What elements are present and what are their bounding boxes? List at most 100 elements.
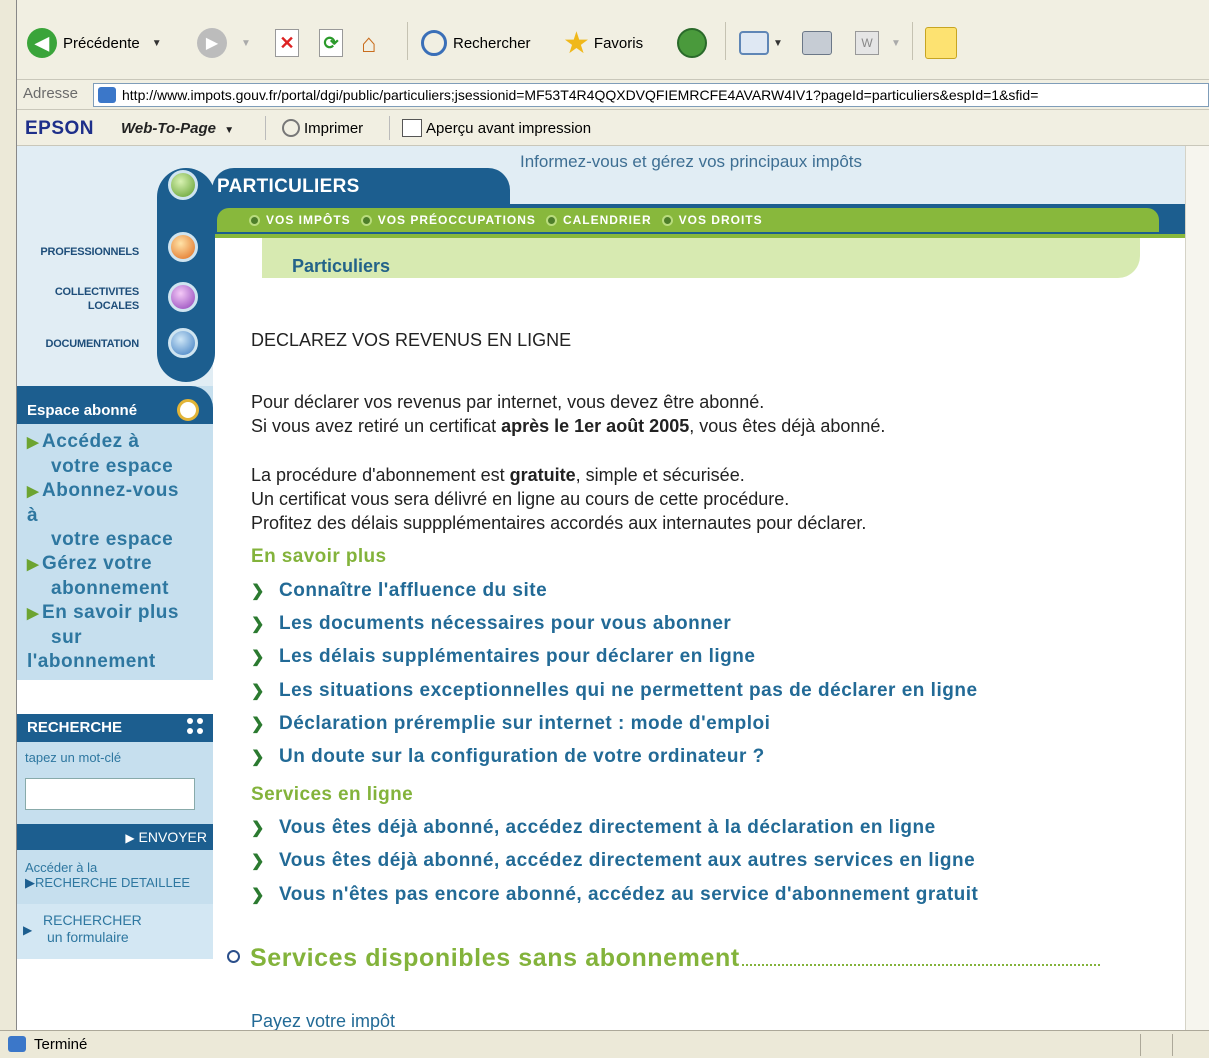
mail-icon xyxy=(739,31,769,55)
back-button[interactable]: ◀ Précédente ▼ xyxy=(27,20,162,66)
toolbar-separator xyxy=(912,22,913,60)
print-button[interactable] xyxy=(802,20,832,66)
toolbar-separator xyxy=(265,116,266,140)
preview-icon xyxy=(402,119,422,137)
epson-print-label: Imprimer xyxy=(304,119,364,137)
arrow-right-icon: ❯ xyxy=(251,683,265,700)
link-preremplie[interactable]: ❯ Déclaration préremplie sur internet : m… xyxy=(251,713,770,735)
arrow-right-icon: ▶ xyxy=(27,434,40,451)
documentation-orb-icon[interactable] xyxy=(168,328,198,358)
edit-dropdown-icon[interactable]: ▼ xyxy=(891,38,901,49)
address-label: Adresse xyxy=(23,85,79,102)
link-abonnement-gratuit[interactable]: ❯ Vous n'êtes pas encore abonné, accédez … xyxy=(251,884,978,906)
collectivites-orb-icon[interactable] xyxy=(168,282,198,312)
search-input[interactable] xyxy=(25,778,195,810)
address-bar: Adresse http://www.impots.gouv.fr/portal… xyxy=(17,80,1209,110)
espace-link-text: votre espace xyxy=(51,456,174,477)
back-dropdown-icon[interactable]: ▼ xyxy=(152,38,162,49)
intro-paragraph: Pour déclarer vos revenus par internet, … xyxy=(251,390,885,438)
nav-bullet-icon xyxy=(545,214,557,226)
printer-icon xyxy=(282,119,300,137)
back-label: Précédente xyxy=(63,34,140,52)
espace-link-savoir[interactable]: ▶ En savoir plus sur l'abonnement xyxy=(27,601,179,674)
link-autres-services[interactable]: ❯ Vous êtes déjà abonné, accédez directem… xyxy=(251,850,975,872)
link-declaration-en-ligne[interactable]: ❯ Vous êtes déjà abonné, accédez directem… xyxy=(251,817,936,839)
espace-abonne-panel: Espace abonné ▶ Accédez à votre espace ▶ A… xyxy=(17,386,213,680)
intro-line: Si vous avez retiré un certificat xyxy=(251,416,502,436)
palette-icon xyxy=(177,399,199,421)
toolbar-separator xyxy=(389,116,390,140)
rail-documentation[interactable]: DOCUMENTATION xyxy=(27,338,139,350)
link-text: Vous êtes déjà abonné, accédez directeme… xyxy=(279,817,936,838)
webtopage-label: Web-To-Page xyxy=(121,120,217,137)
arrow-right-icon: ❯ xyxy=(251,820,265,837)
recherche-panel: RECHERCHE tapez un mot-clé ▶ ENVOYER Acc… xyxy=(17,714,213,959)
rail-collectivites[interactable]: COLLECTIVITES xyxy=(27,286,139,298)
home-icon: ⌂ xyxy=(361,28,377,58)
messenger-button[interactable] xyxy=(925,20,957,66)
rail-locales[interactable]: LOCALES xyxy=(27,300,139,312)
search-button[interactable]: Rechercher xyxy=(421,20,531,66)
link-text: Les situations exceptionnelles qui ne pe… xyxy=(279,680,978,701)
recherche-title: RECHERCHE xyxy=(27,719,123,736)
browser-toolbar: ◀ Précédente ▼ ▶ ▼ ✕ ⟳ ⌂ Rechercher ★ Fa… xyxy=(17,0,1209,80)
nav-vos-impots[interactable]: VOS IMPÔTS xyxy=(249,213,351,227)
print-preview-button[interactable]: Aperçu avant impression xyxy=(402,119,591,137)
link-configuration[interactable]: ❯ Un doute sur la configuration de votre … xyxy=(251,746,765,768)
espace-link-abonnez[interactable]: ▶ Abonnez-vous à votre espace xyxy=(27,479,179,552)
stop-button[interactable]: ✕ xyxy=(275,20,299,66)
particuliers-orb-icon[interactable] xyxy=(168,170,198,200)
nav-vos-preoccupations[interactable]: VOS PRÉOCCUPATIONS xyxy=(360,213,536,227)
nav-label: CALENDRIER xyxy=(562,213,652,227)
breadcrumb-bar xyxy=(262,238,1140,278)
recherche-detaillee-link[interactable]: Accéder à la ▶RECHERCHE DETAILLEE xyxy=(25,860,190,890)
circle-bullet-icon xyxy=(227,950,240,963)
envoyer-button[interactable]: ▶ ENVOYER xyxy=(17,824,213,850)
nav-vos-droits[interactable]: VOS DROITS xyxy=(661,213,763,227)
forward-dropdown-icon[interactable]: ▼ xyxy=(241,38,251,49)
arrow-right-icon: ❯ xyxy=(251,716,265,733)
link-affluence[interactable]: ❯ Connaître l'affluence du site xyxy=(251,580,547,602)
search-icon xyxy=(421,30,447,56)
status-divider xyxy=(1140,1034,1141,1056)
vertical-scrollbar[interactable] xyxy=(1185,146,1209,1030)
link-situations[interactable]: ❯ Les situations exceptionnelles qui ne p… xyxy=(251,680,978,702)
professionnels-orb-icon[interactable] xyxy=(168,232,198,262)
link-text: Vous n'êtes pas encore abonné, accédez a… xyxy=(279,884,979,905)
refresh-button[interactable]: ⟳ xyxy=(319,20,343,66)
mail-dropdown-icon[interactable]: ▼ xyxy=(773,38,783,49)
search-label: Rechercher xyxy=(453,34,531,52)
note-icon xyxy=(925,27,957,59)
nav-bullet-icon xyxy=(661,214,673,226)
link-payez-impot[interactable]: Payez votre impôt xyxy=(251,1011,395,1030)
edit-button[interactable]: W ▼ xyxy=(855,20,901,66)
mail-button[interactable]: ▼ xyxy=(739,20,783,66)
address-input[interactable]: http://www.impots.gouv.fr/portal/dgi/pub… xyxy=(93,83,1209,107)
home-button[interactable]: ⌂ xyxy=(361,20,391,66)
link-delais[interactable]: ❯ Les délais supplémentaires pour déclare… xyxy=(251,646,755,668)
arrow-right-icon: ▶ xyxy=(25,875,35,890)
espace-link-acceder[interactable]: ▶ Accédez à votre espace xyxy=(27,430,173,479)
rechercher-formulaire-link[interactable]: ▶ RECHERCHER un formulaire xyxy=(23,912,142,946)
history-button[interactable] xyxy=(677,20,713,66)
link-text: Les documents nécessaires pour vous abon… xyxy=(279,613,732,634)
chevron-down-icon: ▼ xyxy=(224,125,235,136)
status-bar: Terminé xyxy=(0,1030,1209,1058)
favorites-button[interactable]: ★ Favoris xyxy=(563,20,643,66)
procedure-line: Un certificat vous sera délivré en ligne… xyxy=(251,489,790,509)
dotted-leader xyxy=(741,946,1100,966)
services-sans-abonnement-heading[interactable]: Services disponibles sans abonnement xyxy=(227,944,1100,973)
favorites-label: Favoris xyxy=(593,34,644,52)
forward-button[interactable]: ▶ ▼ xyxy=(197,20,251,66)
arrow-right-icon: ❯ xyxy=(251,749,265,766)
nav-calendrier[interactable]: CALENDRIER xyxy=(545,213,652,227)
arrow-right-icon: ❯ xyxy=(251,887,265,904)
intro-line: Pour déclarer vos revenus par internet, … xyxy=(251,392,765,412)
espace-link-text: En savoir plus xyxy=(42,602,179,623)
epson-print-button[interactable]: Imprimer xyxy=(282,119,363,137)
link-documents[interactable]: ❯ Les documents nécessaires pour vous abo… xyxy=(251,613,731,635)
webtopage-menu[interactable]: Web-To-Page ▼ xyxy=(121,120,234,137)
espace-link-gerez[interactable]: ▶ Gérez votre abonnement xyxy=(27,552,169,601)
rail-professionnels[interactable]: PROFESSIONNELS xyxy=(27,246,139,258)
services-en-ligne-heading: Services en ligne xyxy=(251,784,414,805)
